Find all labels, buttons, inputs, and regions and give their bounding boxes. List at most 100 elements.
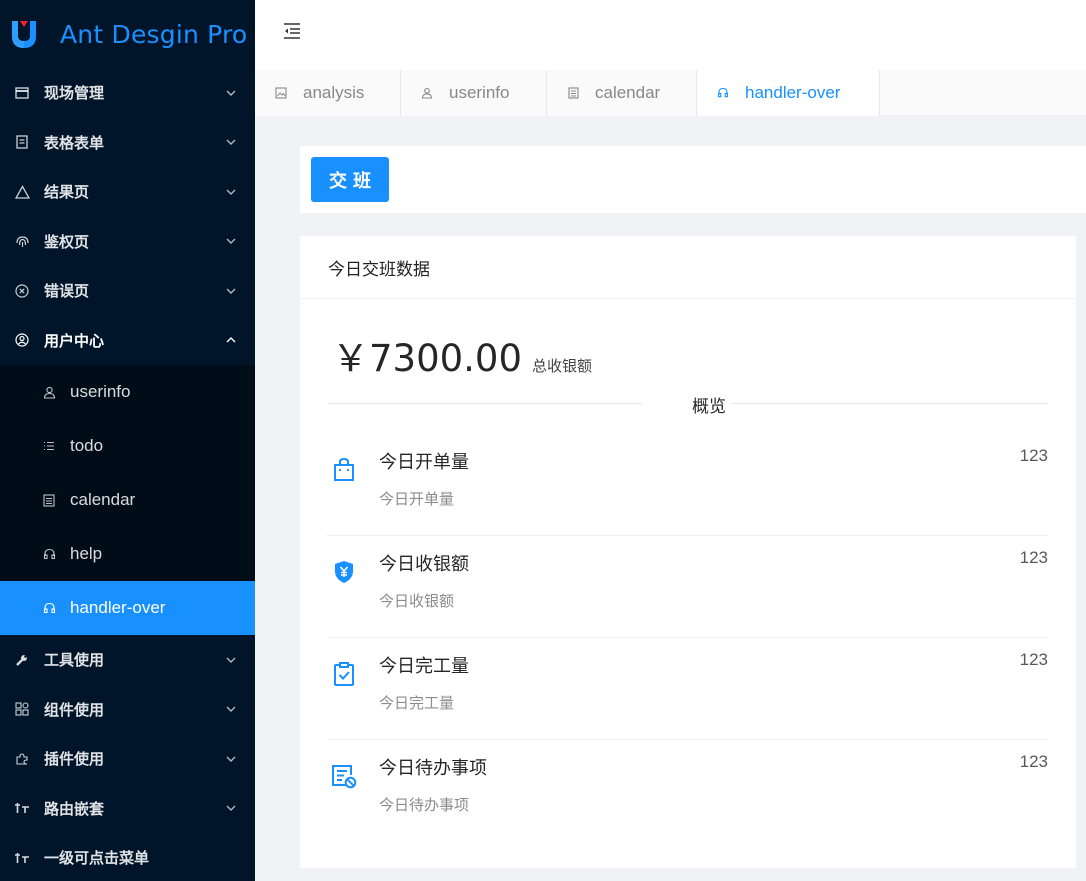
sidebar-item-components[interactable]: 组件使用: [0, 685, 255, 735]
sidebar-subitem-label: todo: [70, 436, 104, 455]
sidebar-item-error[interactable]: 错误页: [0, 266, 255, 316]
tab-handler-over[interactable]: handler-over: [697, 70, 880, 116]
list-item: 今日待办事项 今日待办事项 123: [327, 740, 1048, 842]
item-value: 123: [1019, 650, 1048, 669]
tab-bar: analysis userinfo calendar handler-over: [255, 70, 1086, 116]
sidebar-subitem-handler-over[interactable]: handler-over: [0, 581, 255, 635]
chevron-down-icon: [225, 186, 237, 198]
headset-icon: [42, 601, 56, 615]
item-value: 123: [1019, 548, 1048, 567]
sidebar-item-route-nesting[interactable]: 路由嵌套: [0, 784, 255, 834]
chevron-down-icon: [225, 285, 237, 297]
menu-fold-icon[interactable]: [282, 21, 302, 41]
shopping-bag-icon: [330, 456, 358, 484]
form-icon: [14, 134, 30, 150]
item-title: 今日完工量: [379, 656, 469, 676]
tab-label: analysis: [303, 83, 365, 102]
headset-icon: [42, 547, 56, 561]
item-value: 123: [1019, 446, 1048, 465]
sidebar-item-user-center[interactable]: 用户中心: [0, 316, 255, 366]
sidebar-item-result[interactable]: 结果页: [0, 167, 255, 217]
tab-label: handler-over: [745, 83, 841, 102]
card-title: 今日交班数据: [328, 259, 430, 279]
sidebar-subitem-calendar[interactable]: calendar: [0, 473, 255, 527]
sidebar: Ant Desgin Pro 现场管理 表格表单 结果页 鉴权页 错误页 用户中…: [0, 0, 255, 881]
chevron-down-icon: [225, 136, 237, 148]
list-item: 今日开单量 今日开单量 123: [327, 434, 1048, 536]
chevron-up-icon: [225, 334, 237, 346]
app-title: Ant Desgin Pro: [60, 19, 248, 49]
item-value: 123: [1019, 752, 1048, 771]
handover-button[interactable]: 交班: [311, 157, 389, 202]
user-circle-icon: [14, 332, 30, 348]
appstore-icon: [14, 701, 30, 717]
calendar-icon: [42, 493, 56, 507]
sidebar-item-plugins[interactable]: 插件使用: [0, 734, 255, 784]
total-amount-label: 总收银额: [532, 358, 593, 375]
sidebar-item-tools[interactable]: 工具使用: [0, 635, 255, 685]
sidebar-subitem-label: calendar: [70, 490, 136, 509]
card-header: 今日交班数据: [300, 236, 1076, 299]
calendar-icon: [567, 87, 579, 99]
sidebar-item-label: 用户中心: [44, 332, 105, 350]
todo-list-icon: [330, 762, 358, 790]
sidebar-subitem-label: handler-over: [70, 598, 166, 617]
item-title: 今日收银额: [379, 554, 469, 574]
sidebar-subitem-help[interactable]: help: [0, 527, 255, 581]
total-amount: ￥7300.00: [332, 337, 523, 380]
sidebar-item-auth[interactable]: 鉴权页: [0, 217, 255, 267]
sidebar-item-label: 表格表单: [44, 134, 105, 152]
chevron-down-icon: [225, 87, 237, 99]
tab-label: calendar: [595, 83, 661, 102]
user-icon: [42, 385, 56, 399]
chevron-down-icon: [225, 654, 237, 666]
amount-row: ￥7300.00 总收银额: [332, 328, 592, 382]
nested-icon: [14, 850, 30, 866]
sidebar-item-label: 一级可点击菜单: [44, 850, 150, 868]
clipboard-check-icon: [330, 660, 358, 688]
item-desc: 今日收银额: [379, 593, 455, 610]
sidebar-item-label: 路由嵌套: [44, 800, 105, 818]
logo[interactable]: Ant Desgin Pro: [0, 0, 255, 68]
warning-icon: [14, 184, 30, 200]
user-icon: [421, 87, 433, 99]
table-icon: [14, 85, 30, 101]
list-icon: [42, 439, 56, 453]
sidebar-subitem-userinfo[interactable]: userinfo: [0, 365, 255, 419]
close-circle-icon: [14, 283, 30, 299]
handover-data-card: 今日交班数据 ￥7300.00 总收银额 概览 今日开单量 今日开单量 123 …: [300, 236, 1076, 868]
sidebar-item-label: 错误页: [44, 283, 90, 301]
puzzle-icon: [14, 751, 30, 767]
tab-userinfo[interactable]: userinfo: [401, 70, 547, 116]
chevron-down-icon: [225, 703, 237, 715]
chevron-down-icon: [225, 802, 237, 814]
chevron-down-icon: [225, 753, 237, 765]
headset-icon: [717, 87, 729, 99]
overview-divider: 概览: [327, 397, 1048, 416]
user-center-submenu: userinfo todo calendar help handler-over: [0, 365, 255, 635]
tab-analysis[interactable]: analysis: [255, 70, 401, 116]
list-item: 今日完工量 今日完工量 123: [327, 638, 1048, 740]
sidebar-item-scene-management[interactable]: 现场管理: [0, 68, 255, 118]
sidebar-item-label: 结果页: [44, 184, 90, 202]
sidebar-item-label: 鉴权页: [44, 233, 90, 251]
sidebar-item-clickable-menu[interactable]: 一级可点击菜单: [0, 833, 255, 881]
list-item: 今日收银额 今日收银额 123: [327, 536, 1048, 638]
header: [255, 0, 1086, 70]
sidebar-subitem-todo[interactable]: todo: [0, 419, 255, 473]
fingerprint-icon: [14, 233, 30, 249]
item-desc: 今日待办事项: [379, 797, 470, 814]
sidebar-item-label: 组件使用: [44, 701, 105, 719]
item-desc: 今日开单量: [379, 491, 455, 508]
item-title: 今日待办事项: [379, 758, 487, 778]
divider-text: 概览: [692, 397, 726, 416]
sidebar-item-label: 工具使用: [44, 652, 105, 670]
tab-calendar[interactable]: calendar: [547, 70, 697, 116]
item-desc: 今日完工量: [379, 695, 455, 712]
chevron-down-icon: [225, 235, 237, 247]
item-title: 今日开单量: [379, 452, 469, 472]
sidebar-subitem-label: userinfo: [70, 382, 131, 401]
money-shield-icon: [330, 558, 358, 586]
sidebar-item-forms[interactable]: 表格表单: [0, 118, 255, 168]
nested-icon: [14, 800, 30, 816]
